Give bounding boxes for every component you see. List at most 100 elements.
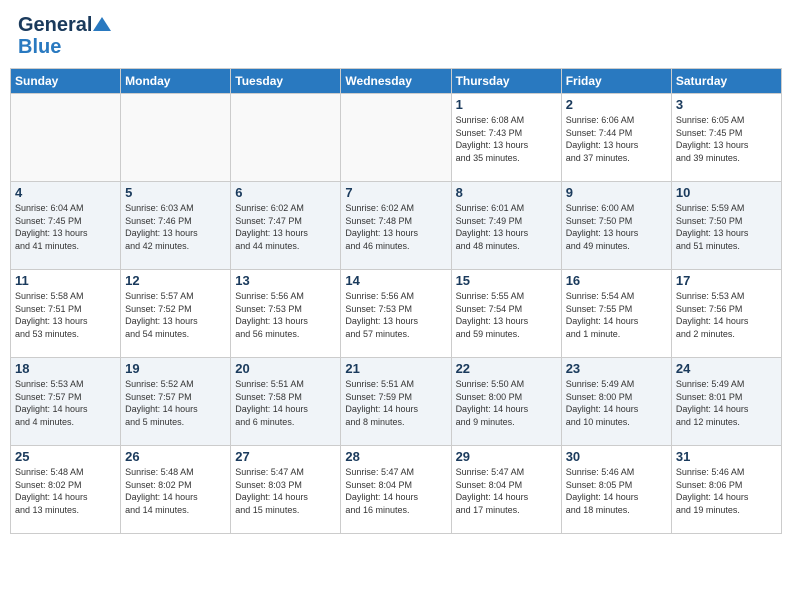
day-number: 20 [235, 361, 336, 376]
logo-icon [93, 17, 111, 31]
day-number: 27 [235, 449, 336, 464]
day-info: Sunrise: 6:02 AM Sunset: 7:47 PM Dayligh… [235, 202, 336, 252]
weekday-header-friday: Friday [561, 69, 671, 94]
calendar-cell-w4d2: 27 Sunrise: 5:47 AM Sunset: 8:03 PM Dayli… [231, 446, 341, 534]
calendar-cell-w2d1: 12 Sunrise: 5:57 AM Sunset: 7:52 PM Dayli… [121, 270, 231, 358]
day-number: 26 [125, 449, 226, 464]
calendar-cell-w3d6: 24 Sunrise: 5:49 AM Sunset: 8:01 PM Dayli… [671, 358, 781, 446]
day-info: Sunrise: 5:57 AM Sunset: 7:52 PM Dayligh… [125, 290, 226, 340]
logo: GeneralBlue [18, 14, 111, 58]
calendar-cell-w2d5: 16 Sunrise: 5:54 AM Sunset: 7:55 PM Dayli… [561, 270, 671, 358]
day-info: Sunrise: 5:52 AM Sunset: 7:57 PM Dayligh… [125, 378, 226, 428]
calendar-cell-w1d2: 6 Sunrise: 6:02 AM Sunset: 7:47 PM Daylig… [231, 182, 341, 270]
day-number: 9 [566, 185, 667, 200]
day-info: Sunrise: 6:05 AM Sunset: 7:45 PM Dayligh… [676, 114, 777, 164]
day-number: 19 [125, 361, 226, 376]
day-number: 3 [676, 97, 777, 112]
calendar-cell-w4d3: 28Sunrise: 5:47 AM Sunset: 8:04 PM Dayli… [341, 446, 451, 534]
day-info: Sunrise: 5:55 AM Sunset: 7:54 PM Dayligh… [456, 290, 557, 340]
calendar-cell-w3d2: 20 Sunrise: 5:51 AM Sunset: 7:58 PM Dayli… [231, 358, 341, 446]
calendar-cell-w2d4: 15 Sunrise: 5:55 AM Sunset: 7:54 PM Dayli… [451, 270, 561, 358]
day-number: 30 [566, 449, 667, 464]
logo-text: GeneralBlue [18, 14, 111, 58]
calendar-cell-w4d4: 29Sunrise: 5:47 AM Sunset: 8:04 PM Dayli… [451, 446, 561, 534]
weekday-header-monday: Monday [121, 69, 231, 94]
day-info: Sunrise: 5:59 AM Sunset: 7:50 PM Dayligh… [676, 202, 777, 252]
day-number: 17 [676, 273, 777, 288]
day-number: 24 [676, 361, 777, 376]
day-number: 7 [345, 185, 446, 200]
day-info: Sunrise: 5:51 AM Sunset: 7:58 PM Dayligh… [235, 378, 336, 428]
day-number: 1 [456, 97, 557, 112]
calendar-cell-w3d5: 23 Sunrise: 5:49 AM Sunset: 8:00 PM Dayli… [561, 358, 671, 446]
day-number: 6 [235, 185, 336, 200]
day-number: 12 [125, 273, 226, 288]
day-info: Sunrise: 6:00 AM Sunset: 7:50 PM Dayligh… [566, 202, 667, 252]
calendar-cell-w2d0: 11 Sunrise: 5:58 AM Sunset: 7:51 PM Dayli… [11, 270, 121, 358]
day-info: Sunrise: 6:03 AM Sunset: 7:46 PM Dayligh… [125, 202, 226, 252]
calendar-cell-w1d4: 8 Sunrise: 6:01 AM Sunset: 7:49 PM Daylig… [451, 182, 561, 270]
weekday-header-thursday: Thursday [451, 69, 561, 94]
day-info: Sunrise: 5:49 AM Sunset: 8:01 PM Dayligh… [676, 378, 777, 428]
calendar-cell-w1d0: 4 Sunrise: 6:04 AM Sunset: 7:45 PM Daylig… [11, 182, 121, 270]
weekday-header-sunday: Sunday [11, 69, 121, 94]
day-info: Sunrise: 5:54 AM Sunset: 7:55 PM Dayligh… [566, 290, 667, 340]
day-info: Sunrise: 5:51 AM Sunset: 7:59 PM Dayligh… [345, 378, 446, 428]
calendar-cell-w3d0: 18 Sunrise: 5:53 AM Sunset: 7:57 PM Dayli… [11, 358, 121, 446]
calendar-cell-w4d6: 31 Sunrise: 5:46 AM Sunset: 8:06 PM Dayli… [671, 446, 781, 534]
weekday-header-wednesday: Wednesday [341, 69, 451, 94]
day-number: 15 [456, 273, 557, 288]
calendar-table: SundayMondayTuesdayWednesdayThursdayFrid… [10, 68, 782, 534]
day-number: 22 [456, 361, 557, 376]
day-number: 25 [15, 449, 116, 464]
day-number: 2 [566, 97, 667, 112]
calendar-cell-w3d3: 21Sunrise: 5:51 AM Sunset: 7:59 PM Dayli… [341, 358, 451, 446]
day-number: 31 [676, 449, 777, 464]
day-info: Sunrise: 6:06 AM Sunset: 7:44 PM Dayligh… [566, 114, 667, 164]
day-info: Sunrise: 5:47 AM Sunset: 8:03 PM Dayligh… [235, 466, 336, 516]
day-info: Sunrise: 5:56 AM Sunset: 7:53 PM Dayligh… [235, 290, 336, 340]
calendar-cell-w2d6: 17Sunrise: 5:53 AM Sunset: 7:56 PM Dayli… [671, 270, 781, 358]
day-info: Sunrise: 5:48 AM Sunset: 8:02 PM Dayligh… [15, 466, 116, 516]
calendar-cell-w0d4: 1 Sunrise: 6:08 AM Sunset: 7:43 PM Daylig… [451, 94, 561, 182]
calendar-cell-w0d2 [231, 94, 341, 182]
calendar-cell-w1d1: 5 Sunrise: 6:03 AM Sunset: 7:46 PM Daylig… [121, 182, 231, 270]
day-number: 4 [15, 185, 116, 200]
day-number: 5 [125, 185, 226, 200]
day-number: 10 [676, 185, 777, 200]
day-info: Sunrise: 5:46 AM Sunset: 8:05 PM Dayligh… [566, 466, 667, 516]
calendar-cell-w4d0: 25 Sunrise: 5:48 AM Sunset: 8:02 PM Dayli… [11, 446, 121, 534]
day-info: Sunrise: 6:08 AM Sunset: 7:43 PM Dayligh… [456, 114, 557, 164]
day-number: 8 [456, 185, 557, 200]
day-info: Sunrise: 6:01 AM Sunset: 7:49 PM Dayligh… [456, 202, 557, 252]
calendar-cell-w0d5: 2 Sunrise: 6:06 AM Sunset: 7:44 PM Daylig… [561, 94, 671, 182]
weekday-header-tuesday: Tuesday [231, 69, 341, 94]
calendar-cell-w1d3: 7 Sunrise: 6:02 AM Sunset: 7:48 PM Daylig… [341, 182, 451, 270]
calendar-cell-w4d5: 30 Sunrise: 5:46 AM Sunset: 8:05 PM Dayli… [561, 446, 671, 534]
day-info: Sunrise: 6:02 AM Sunset: 7:48 PM Dayligh… [345, 202, 446, 252]
day-info: Sunrise: 5:48 AM Sunset: 8:02 PM Dayligh… [125, 466, 226, 516]
calendar-cell-w0d0 [11, 94, 121, 182]
calendar-cell-w2d3: 14Sunrise: 5:56 AM Sunset: 7:53 PM Dayli… [341, 270, 451, 358]
day-info: Sunrise: 5:46 AM Sunset: 8:06 PM Dayligh… [676, 466, 777, 516]
day-info: Sunrise: 5:47 AM Sunset: 8:04 PM Dayligh… [456, 466, 557, 516]
calendar-cell-w3d1: 19 Sunrise: 5:52 AM Sunset: 7:57 PM Dayli… [121, 358, 231, 446]
day-info: Sunrise: 5:53 AM Sunset: 7:57 PM Dayligh… [15, 378, 116, 428]
day-number: 23 [566, 361, 667, 376]
weekday-header-saturday: Saturday [671, 69, 781, 94]
day-info: Sunrise: 5:58 AM Sunset: 7:51 PM Dayligh… [15, 290, 116, 340]
day-info: Sunrise: 5:49 AM Sunset: 8:00 PM Dayligh… [566, 378, 667, 428]
day-info: Sunrise: 5:56 AM Sunset: 7:53 PM Dayligh… [345, 290, 446, 340]
day-info: Sunrise: 5:50 AM Sunset: 8:00 PM Dayligh… [456, 378, 557, 428]
day-number: 18 [15, 361, 116, 376]
calendar-cell-w4d1: 26 Sunrise: 5:48 AM Sunset: 8:02 PM Dayli… [121, 446, 231, 534]
calendar-cell-w3d4: 22 Sunrise: 5:50 AM Sunset: 8:00 PM Dayli… [451, 358, 561, 446]
day-info: Sunrise: 6:04 AM Sunset: 7:45 PM Dayligh… [15, 202, 116, 252]
calendar-cell-w2d2: 13Sunrise: 5:56 AM Sunset: 7:53 PM Dayli… [231, 270, 341, 358]
day-number: 16 [566, 273, 667, 288]
day-info: Sunrise: 5:47 AM Sunset: 8:04 PM Dayligh… [345, 466, 446, 516]
page-header: GeneralBlue [10, 10, 782, 62]
calendar-cell-w0d1 [121, 94, 231, 182]
calendar-cell-w0d6: 3 Sunrise: 6:05 AM Sunset: 7:45 PM Daylig… [671, 94, 781, 182]
day-number: 11 [15, 273, 116, 288]
